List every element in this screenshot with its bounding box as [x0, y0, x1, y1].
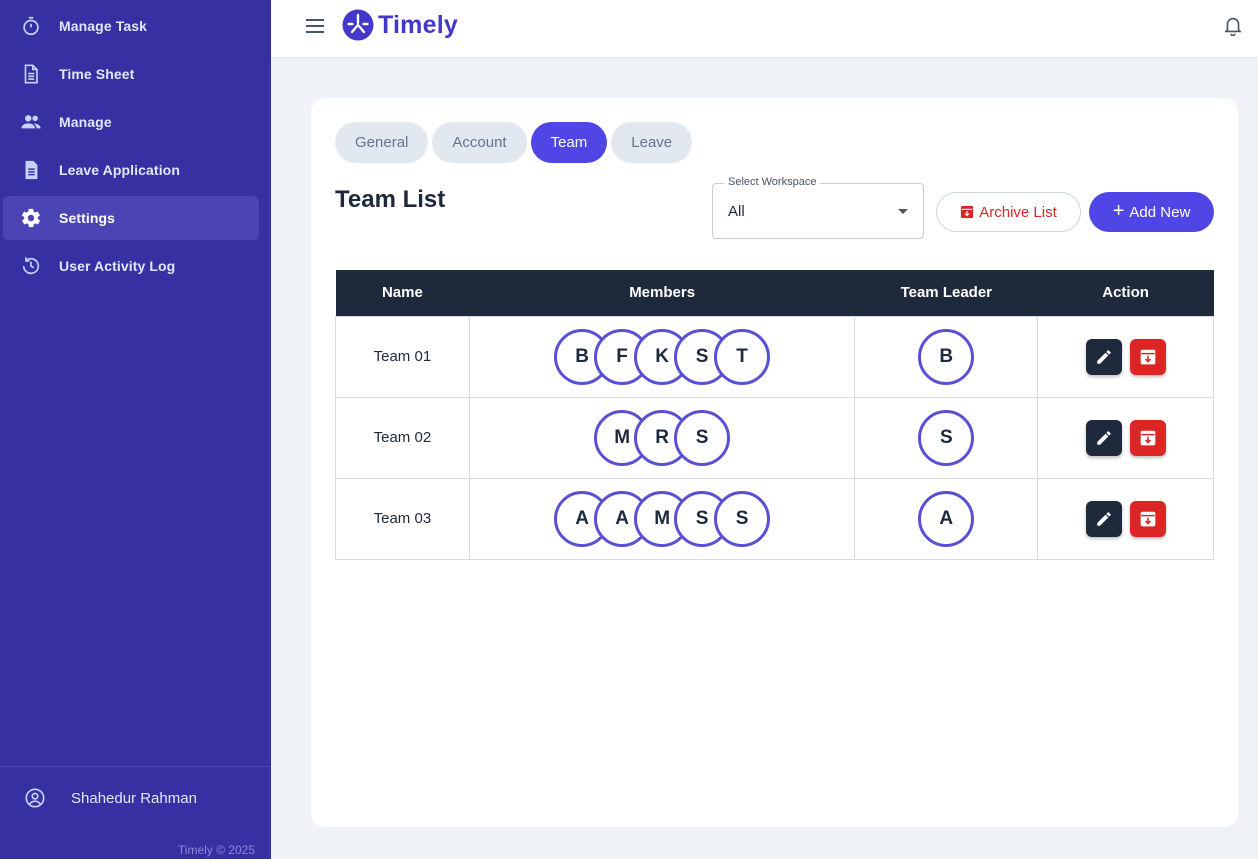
file-icon [20, 159, 42, 181]
archive-icon [961, 205, 974, 219]
team-members: B F K S T [468, 315, 856, 398]
sidebar-item-manage-task[interactable]: Manage Task [3, 4, 259, 48]
sidebar-item-label: Settings [59, 210, 116, 226]
row-actions [1037, 396, 1214, 479]
column-header-members: Members [469, 270, 855, 316]
logo-icon [342, 9, 374, 41]
sidebar-nav: Manage Task Time Sheet Manage Leave Appl… [0, 4, 271, 292]
tab-account[interactable]: Account [432, 122, 527, 163]
archive-list-label: Archive List [979, 203, 1057, 221]
archive-button[interactable] [1129, 419, 1166, 456]
settings-card: General Account Team Leave Team List Sel… [311, 98, 1238, 827]
sidebar-footer: Shahedur Rahman Timely © 2025 [0, 766, 271, 859]
tab-leave[interactable]: Leave [611, 122, 693, 163]
sidebar-item-manage[interactable]: Manage [3, 100, 259, 144]
team-name: Team 03 [335, 477, 470, 560]
column-header-action: Action [1037, 270, 1214, 316]
archive-button[interactable] [1129, 500, 1166, 537]
leader-avatar[interactable]: B [918, 328, 975, 385]
top-bar: Timely [271, 0, 1258, 58]
pencil-icon [1096, 511, 1111, 526]
plus-icon: + [1112, 200, 1125, 222]
tab-team[interactable]: Team [530, 122, 608, 163]
add-new-button[interactable]: + Add New [1089, 192, 1214, 232]
sidebar-item-user-activity-log[interactable]: User Activity Log [3, 244, 259, 288]
user-circle-icon [24, 787, 46, 809]
archive-list-button[interactable]: Archive List [936, 192, 1081, 232]
leader-avatar[interactable]: A [918, 490, 975, 547]
table-row: Team 02 M R S S [335, 396, 1214, 479]
table-row: Team 03 A A M S S A [335, 477, 1214, 560]
team-members: M R S [468, 396, 856, 479]
user-name: Shahedur Rahman [71, 789, 197, 807]
team-table: Name Members Team Leader Action Team 01 … [335, 270, 1214, 560]
pencil-icon [1096, 349, 1111, 364]
pencil-icon [1096, 430, 1111, 445]
team-members: A A M S S [468, 477, 856, 560]
sidebar-item-time-sheet[interactable]: Time Sheet [3, 52, 259, 96]
member-avatar[interactable]: S [674, 409, 731, 466]
menu-icon[interactable] [305, 16, 325, 36]
sidebar-item-label: Leave Application [59, 162, 180, 178]
archive-icon [1140, 511, 1155, 526]
table-header-row: Name Members Team Leader Action [335, 270, 1214, 316]
team-leader: A [854, 477, 1039, 560]
sidebar: Manage Task Time Sheet Manage Leave Appl… [0, 0, 271, 859]
sidebar-item-label: Manage Task [59, 18, 147, 34]
row-actions [1037, 315, 1214, 398]
archive-icon [1140, 349, 1155, 364]
archive-button[interactable] [1129, 338, 1166, 375]
people-icon [20, 111, 42, 133]
edit-button[interactable] [1085, 500, 1122, 537]
sidebar-item-leave-application[interactable]: Leave Application [3, 148, 259, 192]
copyright-text: Timely © 2025 [177, 843, 255, 857]
team-name: Team 02 [335, 396, 470, 479]
workspace-select-label: Select Workspace [724, 176, 821, 188]
brand-logo[interactable]: Timely [342, 9, 458, 41]
add-new-label: Add New [1129, 203, 1191, 221]
page-title: Team List [335, 186, 446, 213]
team-name: Team 01 [335, 315, 470, 398]
caret-down-icon [898, 209, 908, 214]
member-avatar[interactable]: S [714, 490, 771, 547]
member-avatar[interactable]: T [714, 328, 771, 385]
team-leader: S [854, 396, 1039, 479]
table-row: Team 01 B F K S T B [335, 315, 1214, 398]
bell-icon[interactable] [1222, 14, 1244, 37]
sidebar-item-label: Time Sheet [59, 66, 135, 82]
team-leader: B [854, 315, 1039, 398]
edit-button[interactable] [1085, 338, 1122, 375]
sidebar-item-label: User Activity Log [59, 258, 176, 274]
column-header-team-leader: Team Leader [854, 270, 1038, 316]
sidebar-item-settings[interactable]: Settings [3, 196, 259, 240]
settings-tabs: General Account Team Leave [335, 122, 696, 163]
leader-avatar[interactable]: S [918, 409, 975, 466]
row-actions [1037, 477, 1214, 560]
gear-icon [20, 207, 42, 229]
edit-button[interactable] [1085, 419, 1122, 456]
history-icon [20, 255, 42, 277]
column-header-name: Name [335, 270, 470, 316]
user-profile[interactable]: Shahedur Rahman [24, 787, 197, 809]
sidebar-item-label: Manage [59, 114, 112, 130]
tab-general[interactable]: General [335, 122, 429, 163]
brand-name: Timely [378, 10, 458, 39]
archive-icon [1140, 430, 1155, 445]
document-icon [20, 63, 42, 85]
workspace-select[interactable]: Select Workspace All [712, 176, 924, 239]
timer-icon [20, 15, 42, 37]
workspace-select-value: All [728, 203, 745, 220]
